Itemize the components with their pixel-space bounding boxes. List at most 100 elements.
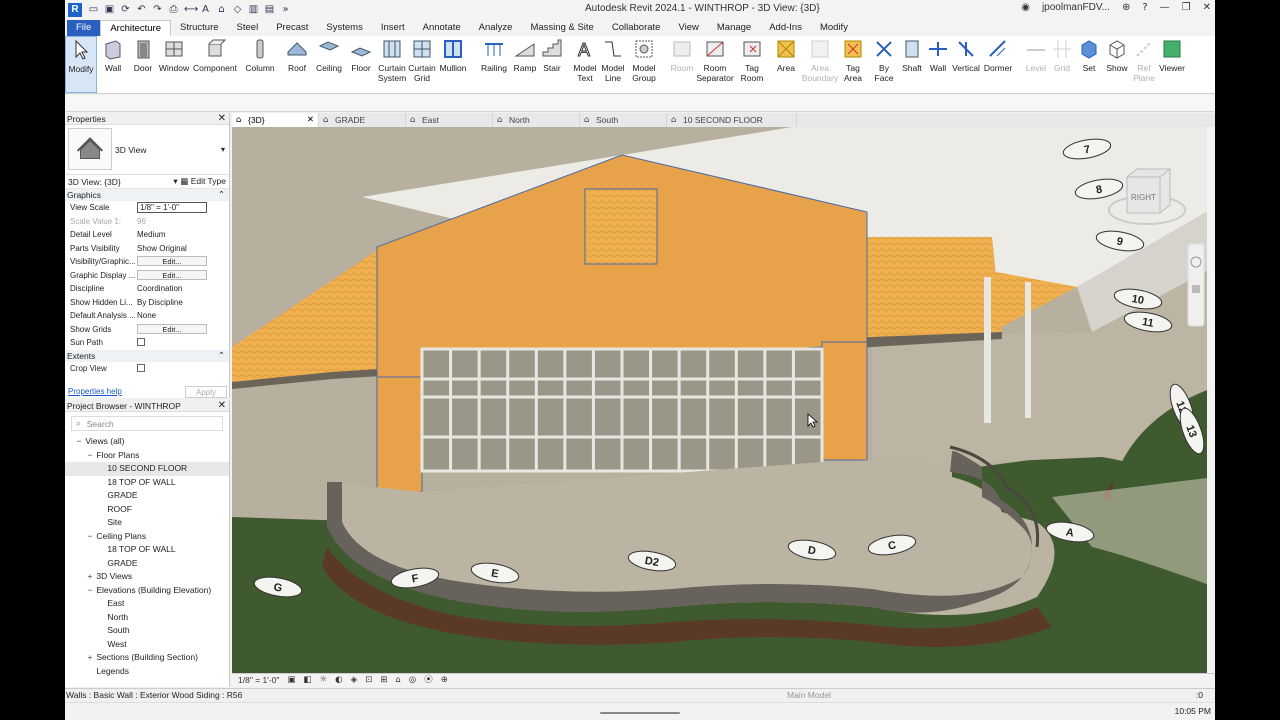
reveal-hidden-icon[interactable]: ⦿ bbox=[424, 674, 433, 687]
collapse-icon[interactable]: − bbox=[86, 530, 94, 544]
text-icon[interactable]: A bbox=[200, 4, 211, 15]
3d-view-icon[interactable]: ⌂ bbox=[216, 4, 227, 15]
temp-hide-icon[interactable]: ◎ bbox=[409, 674, 416, 687]
tab-architecture[interactable]: Architecture bbox=[100, 20, 171, 36]
wall-opening-button[interactable]: Wall bbox=[925, 36, 951, 93]
print-icon[interactable]: ⎙ bbox=[168, 4, 179, 15]
property-value[interactable]: Show Original bbox=[137, 244, 187, 253]
minimize-icon[interactable]: — bbox=[1160, 2, 1170, 13]
area-button[interactable]: Area bbox=[769, 36, 803, 93]
restore-icon[interactable]: ❐ bbox=[1182, 2, 1191, 13]
detail-level-icon[interactable]: ▣ bbox=[287, 674, 295, 687]
ref-plane-button[interactable]: Ref Plane bbox=[1131, 36, 1157, 93]
help-icon[interactable]: ? bbox=[1142, 2, 1147, 13]
property-value[interactable]: 96 bbox=[137, 217, 146, 226]
sun-path-checkbox[interactable] bbox=[137, 338, 145, 346]
tab-steel[interactable]: Steel bbox=[228, 20, 268, 36]
by-face-button[interactable]: By Face bbox=[869, 36, 899, 93]
worksharing-icon[interactable]: ⊕ bbox=[441, 674, 448, 687]
model-line-button[interactable]: Model Line bbox=[599, 36, 627, 93]
window-button[interactable]: Window bbox=[157, 36, 191, 93]
save-icon[interactable]: ▣ bbox=[104, 4, 115, 15]
expand-icon[interactable]: + bbox=[86, 651, 94, 665]
scale-selector[interactable]: 1/8" = 1'-0" bbox=[238, 674, 279, 687]
shaft-button[interactable]: Shaft bbox=[899, 36, 925, 93]
edit-button[interactable]: Edit... bbox=[137, 256, 207, 266]
mullion-button[interactable]: Mullion bbox=[437, 36, 469, 93]
tab-precast[interactable]: Precast bbox=[267, 20, 317, 36]
sun-path-icon[interactable]: ☼ bbox=[320, 674, 328, 687]
tab-massing-site[interactable]: Massing & Site bbox=[521, 20, 602, 36]
crop-icon[interactable]: ⊡ bbox=[365, 674, 372, 687]
tab-add-ins[interactable]: Add-Ins bbox=[760, 20, 811, 36]
modify-button[interactable]: Modify bbox=[65, 36, 97, 93]
view-tab[interactable]: ⌂ {3D} ✕ bbox=[232, 113, 319, 127]
browser-item[interactable]: GRADE bbox=[65, 557, 229, 571]
open-icon[interactable]: ▭ bbox=[88, 4, 99, 15]
view-tab[interactable]: ⌂ East bbox=[406, 113, 493, 127]
ramp-button[interactable]: Ramp bbox=[511, 36, 539, 93]
collapse-icon[interactable]: ⌃ bbox=[218, 350, 225, 362]
browser-item[interactable]: − Ceiling Plans bbox=[65, 530, 229, 544]
search-input[interactable]: ⌕ Search bbox=[71, 416, 223, 431]
roof-button[interactable]: Roof bbox=[281, 36, 313, 93]
collapse-icon[interactable]: ⌃ bbox=[218, 189, 225, 201]
browser-item[interactable]: + 3D Views bbox=[65, 570, 229, 584]
filter-count[interactable]: :0 bbox=[1196, 689, 1203, 702]
property-value[interactable]: None bbox=[137, 311, 156, 320]
expand-icon[interactable]: + bbox=[86, 570, 94, 584]
browser-item[interactable]: 18 TOP OF WALL bbox=[65, 476, 229, 490]
chevron-down-icon[interactable]: ▾ bbox=[221, 145, 225, 154]
group-graphics[interactable]: Graphics ⌃ bbox=[65, 189, 229, 201]
area-boundary-button[interactable]: Area Boundary bbox=[802, 36, 838, 93]
view-tab[interactable]: ⌂ GRADE bbox=[319, 113, 406, 127]
close-icon[interactable]: ✕ bbox=[218, 400, 226, 412]
component-button[interactable]: Component bbox=[191, 36, 239, 93]
property-value[interactable]: Medium bbox=[137, 230, 165, 239]
lock-icon[interactable]: ⌂ bbox=[395, 674, 400, 687]
tag-area-button[interactable]: Tag Area bbox=[837, 36, 869, 93]
room-separator-button[interactable]: Room Separator bbox=[695, 36, 735, 93]
room-button[interactable]: Room bbox=[669, 36, 695, 93]
curtain-system-button[interactable]: Curtain System bbox=[377, 36, 407, 93]
curtain-grid-button[interactable]: Curtain Grid bbox=[407, 36, 437, 93]
view-tab[interactable]: ⌂ 10 SECOND FLOOR bbox=[667, 113, 797, 127]
grid-button[interactable]: Grid bbox=[1049, 36, 1075, 93]
tab-annotate[interactable]: Annotate bbox=[414, 20, 470, 36]
cart-icon[interactable]: ⊕ bbox=[1122, 2, 1130, 13]
edit-button[interactable]: Edit... bbox=[137, 269, 207, 280]
model-group-button[interactable]: Model Group bbox=[627, 36, 661, 93]
edit-button[interactable]: Edit... bbox=[137, 323, 207, 334]
tab-collaborate[interactable]: Collaborate bbox=[603, 20, 670, 36]
close-icon[interactable]: ✕ bbox=[1203, 2, 1211, 13]
browser-item[interactable]: 18 TOP OF WALL bbox=[65, 543, 229, 557]
property-value[interactable]: Coordination bbox=[137, 284, 182, 293]
tab-analyze[interactable]: Analyze bbox=[470, 20, 522, 36]
user-icon[interactable]: ◉ bbox=[1021, 2, 1030, 13]
tab-modify[interactable]: Modify bbox=[811, 20, 857, 36]
browser-item[interactable]: East bbox=[65, 597, 229, 611]
collapse-icon[interactable]: − bbox=[86, 449, 94, 463]
property-value[interactable]: By Discipline bbox=[137, 298, 183, 307]
model-text-button[interactable]: A Model Text bbox=[571, 36, 599, 93]
crop-view-checkbox[interactable] bbox=[137, 363, 145, 372]
switch-windows-icon[interactable]: ▤ bbox=[264, 4, 275, 15]
close-hidden-icon[interactable]: ▥ bbox=[248, 4, 259, 15]
view-tab[interactable]: ⌂ South bbox=[580, 113, 667, 127]
tab-systems[interactable]: Systems bbox=[317, 20, 371, 36]
browser-item[interactable]: West bbox=[65, 638, 229, 652]
browser-item[interactable]: Site bbox=[65, 516, 229, 530]
browser-item[interactable]: − Views (all) bbox=[65, 435, 229, 449]
close-icon[interactable]: ✕ bbox=[218, 113, 226, 125]
browser-item[interactable]: + Sections (Building Section) bbox=[65, 651, 229, 665]
show-crop-icon[interactable]: ⊞ bbox=[380, 674, 387, 687]
type-selector[interactable]: 3D View ▾ bbox=[65, 125, 229, 175]
viewer-button[interactable]: Viewer bbox=[1157, 36, 1187, 93]
close-icon[interactable]: ✕ bbox=[307, 113, 314, 127]
properties-help-link[interactable]: Properties help bbox=[68, 385, 122, 398]
shadows-icon[interactable]: ◐ bbox=[335, 674, 342, 687]
tab-insert[interactable]: Insert bbox=[372, 20, 414, 36]
show-button[interactable]: Show bbox=[1103, 36, 1131, 93]
undo-icon[interactable]: ↶ bbox=[136, 4, 147, 15]
browser-item[interactable]: − Floor Plans bbox=[65, 449, 229, 463]
